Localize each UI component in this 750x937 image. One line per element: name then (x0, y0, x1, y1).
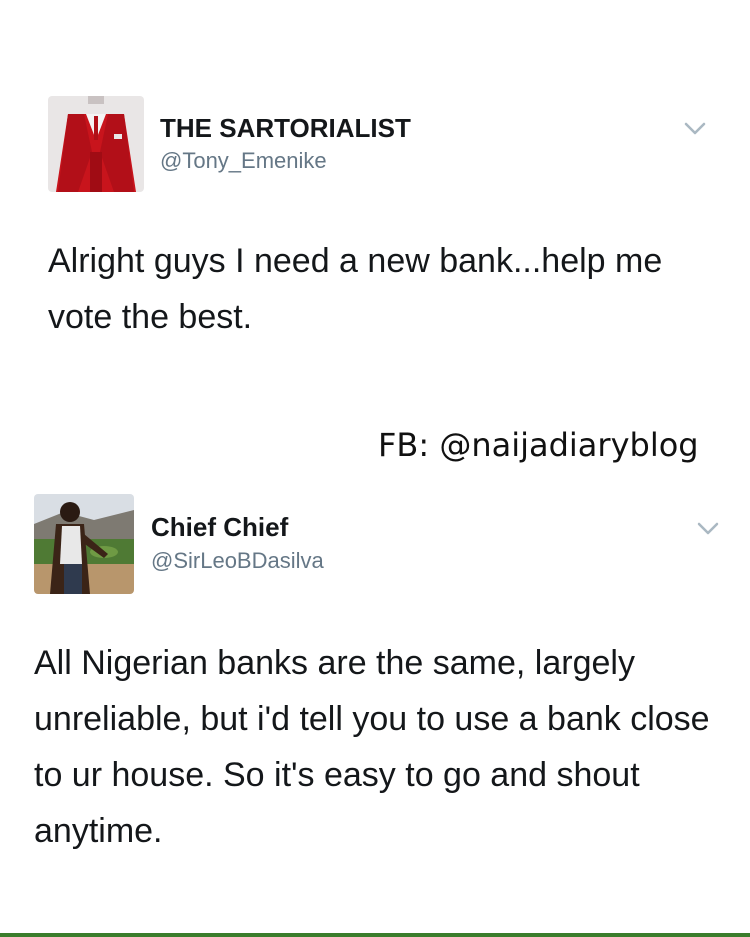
user-handle[interactable]: @SirLeoBDasilva (151, 548, 324, 574)
user-handle[interactable]: @Tony_Emenike (160, 148, 327, 174)
chevron-down-icon[interactable] (684, 122, 706, 136)
display-name[interactable]: Chief Chief (151, 512, 288, 543)
display-name[interactable]: THE SARTORIALIST (160, 113, 411, 144)
avatar-sartorialist[interactable] (48, 96, 144, 192)
man-outdoors-photo-icon (34, 494, 134, 594)
tweet-text: All Nigerian banks are the same, largely… (34, 644, 710, 850)
tweet-2: Chief Chief @SirLeoBDasilva All Nigerian… (0, 470, 750, 930)
watermark-text: FB: @naijadiaryblog (378, 426, 699, 464)
bottom-divider (0, 933, 750, 937)
red-suit-photo-icon (48, 96, 144, 192)
avatar-chief-chief[interactable] (34, 494, 134, 594)
chevron-down-icon[interactable] (697, 522, 719, 536)
tweet-1: THE SARTORIALIST @Tony_Emenike Alright g… (0, 0, 750, 400)
tweet-text: Alright guys I need a new bank...help me… (48, 242, 663, 336)
